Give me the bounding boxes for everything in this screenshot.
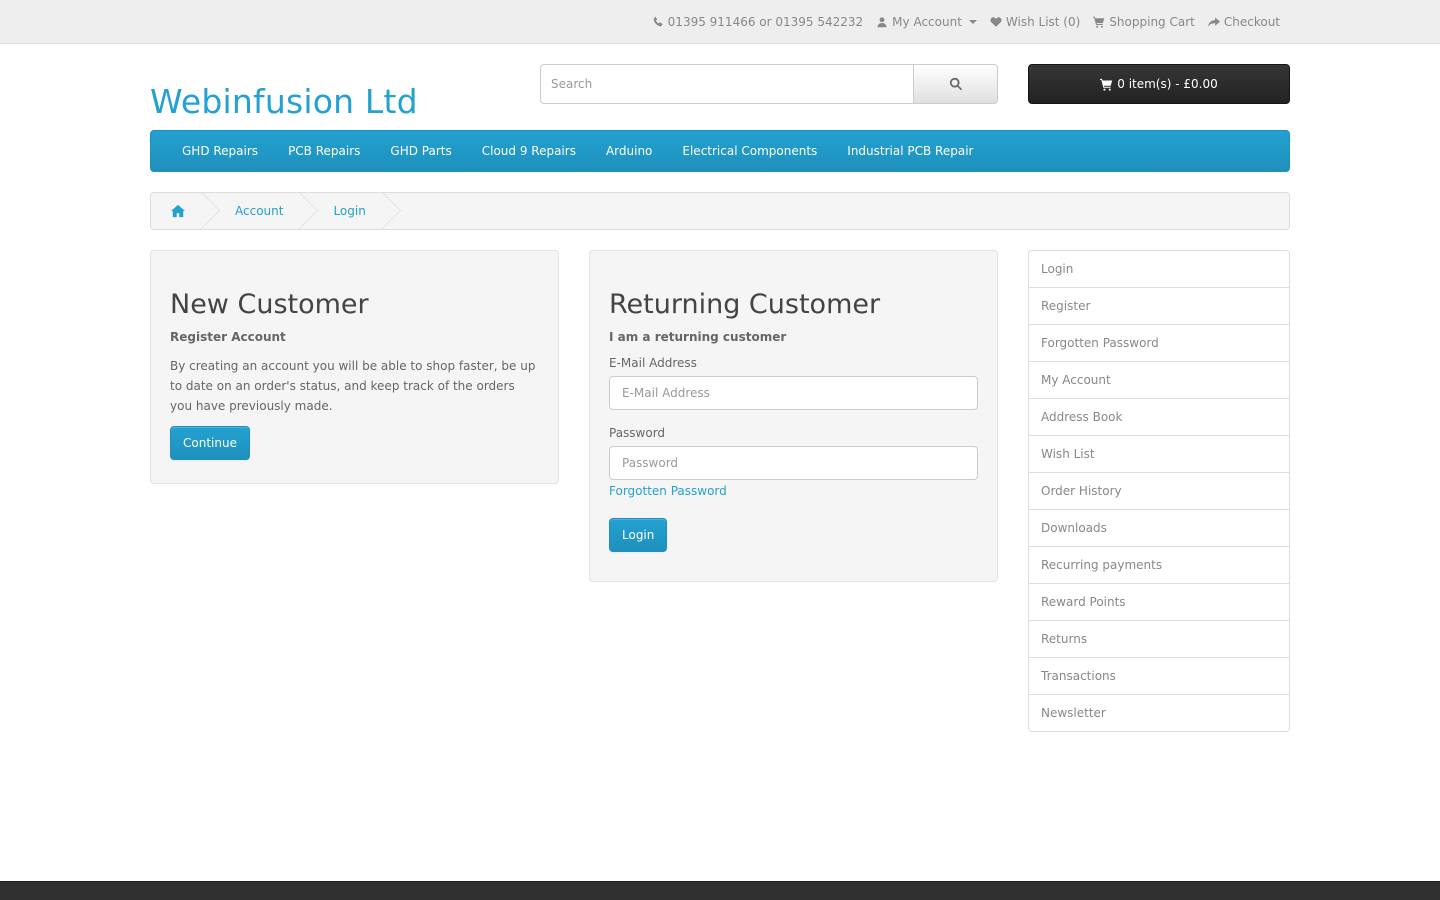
account-sidebar: Login Register Forgotten Password My Acc… (1028, 250, 1290, 732)
password-field[interactable] (609, 446, 978, 480)
footer (0, 881, 1440, 900)
sidebar-item-recurring-payments[interactable]: Recurring payments (1029, 546, 1289, 583)
cart-icon (1100, 78, 1113, 91)
caret-down-icon (968, 20, 977, 24)
shopping-cart-label: Shopping Cart (1109, 15, 1195, 29)
my-account-label: My Account (892, 15, 962, 29)
search-button[interactable] (913, 64, 998, 104)
new-customer-panel: New Customer Register Account By creatin… (150, 250, 559, 484)
menu-item-industrial-pcb-repair[interactable]: Industrial PCB Repair (832, 144, 988, 158)
sidebar-item-login[interactable]: Login (1029, 251, 1289, 287)
breadcrumb: Account Login (150, 192, 1290, 230)
sidebar-item-transactions[interactable]: Transactions (1029, 657, 1289, 694)
home-icon (171, 204, 185, 218)
menu-item-ghd-parts[interactable]: GHD Parts (375, 144, 466, 158)
wish-list-link[interactable]: Wish List (0) (990, 15, 1080, 29)
new-customer-title: New Customer (170, 289, 369, 320)
register-description: By creating an account you will be able … (170, 359, 536, 413)
menu-item-pcb-repairs[interactable]: PCB Repairs (273, 144, 375, 158)
search-bar (540, 64, 998, 104)
search-input[interactable] (540, 64, 914, 104)
phone-link[interactable]: 01395 911466 or 01395 542232 (652, 15, 864, 29)
my-account-dropdown[interactable]: My Account (876, 15, 977, 29)
breadcrumb-login[interactable]: Login (305, 193, 387, 229)
register-account-heading: Register Account (170, 330, 286, 344)
share-icon (1207, 17, 1220, 27)
main-menu: GHD Repairs PCB Repairs GHD Parts Cloud … (150, 130, 1290, 172)
sidebar-item-newsletter[interactable]: Newsletter (1029, 694, 1289, 731)
sidebar-item-address-book[interactable]: Address Book (1029, 398, 1289, 435)
top-bar: 01395 911466 or 01395 542232 My Account … (0, 0, 1440, 44)
email-label: E-Mail Address (609, 356, 697, 370)
cart-button[interactable]: 0 item(s) - £0.00 (1028, 64, 1290, 104)
sidebar-item-wish-list[interactable]: Wish List (1029, 435, 1289, 472)
password-group: Password Forgotten Password (609, 426, 978, 498)
breadcrumb-account[interactable]: Account (207, 193, 305, 229)
checkout-link[interactable]: Checkout (1207, 15, 1280, 29)
sidebar-item-order-history[interactable]: Order History (1029, 472, 1289, 509)
email-field[interactable] (609, 376, 978, 410)
search-icon (949, 77, 962, 91)
shopping-cart-link[interactable]: Shopping Cart (1093, 15, 1195, 29)
login-button[interactable]: Login (609, 518, 668, 552)
returning-customer-panel: Returning Customer I am a returning cust… (589, 250, 998, 582)
password-label: Password (609, 426, 666, 440)
sidebar-item-forgotten-password[interactable]: Forgotten Password (1029, 324, 1289, 361)
returning-customer-title: Returning Customer (609, 289, 881, 320)
sidebar-item-reward-points[interactable]: Reward Points (1029, 583, 1289, 620)
sidebar-item-returns[interactable]: Returns (1029, 620, 1289, 657)
checkout-label: Checkout (1223, 15, 1280, 29)
phone-icon (653, 16, 663, 27)
sidebar-item-my-account[interactable]: My Account (1029, 361, 1289, 398)
sidebar-item-register[interactable]: Register (1029, 287, 1289, 324)
sidebar-item-downloads[interactable]: Downloads (1029, 509, 1289, 546)
menu-item-ghd-repairs[interactable]: GHD Repairs (167, 144, 273, 158)
email-group: E-Mail Address (609, 356, 978, 410)
returning-customer-subtitle: I am a returning customer (609, 330, 787, 344)
menu-item-electrical-components[interactable]: Electrical Components (667, 144, 832, 158)
heart-icon (990, 17, 1002, 27)
breadcrumb-home[interactable] (151, 193, 207, 229)
menu-item-cloud-9-repairs[interactable]: Cloud 9 Repairs (467, 144, 591, 158)
cart-icon (1093, 16, 1105, 28)
menu-item-arduino[interactable]: Arduino (591, 144, 667, 158)
wish-list-label: Wish List (0) (1005, 15, 1081, 29)
phone-text: 01395 911466 or 01395 542232 (667, 15, 864, 29)
forgotten-password-link[interactable]: Forgotten Password (609, 484, 727, 498)
site-logo[interactable]: Webinfusion Ltd (150, 82, 418, 121)
cart-total: 0 item(s) - £0.00 (1117, 77, 1218, 91)
user-icon (877, 17, 887, 28)
continue-button[interactable]: Continue (170, 426, 250, 460)
